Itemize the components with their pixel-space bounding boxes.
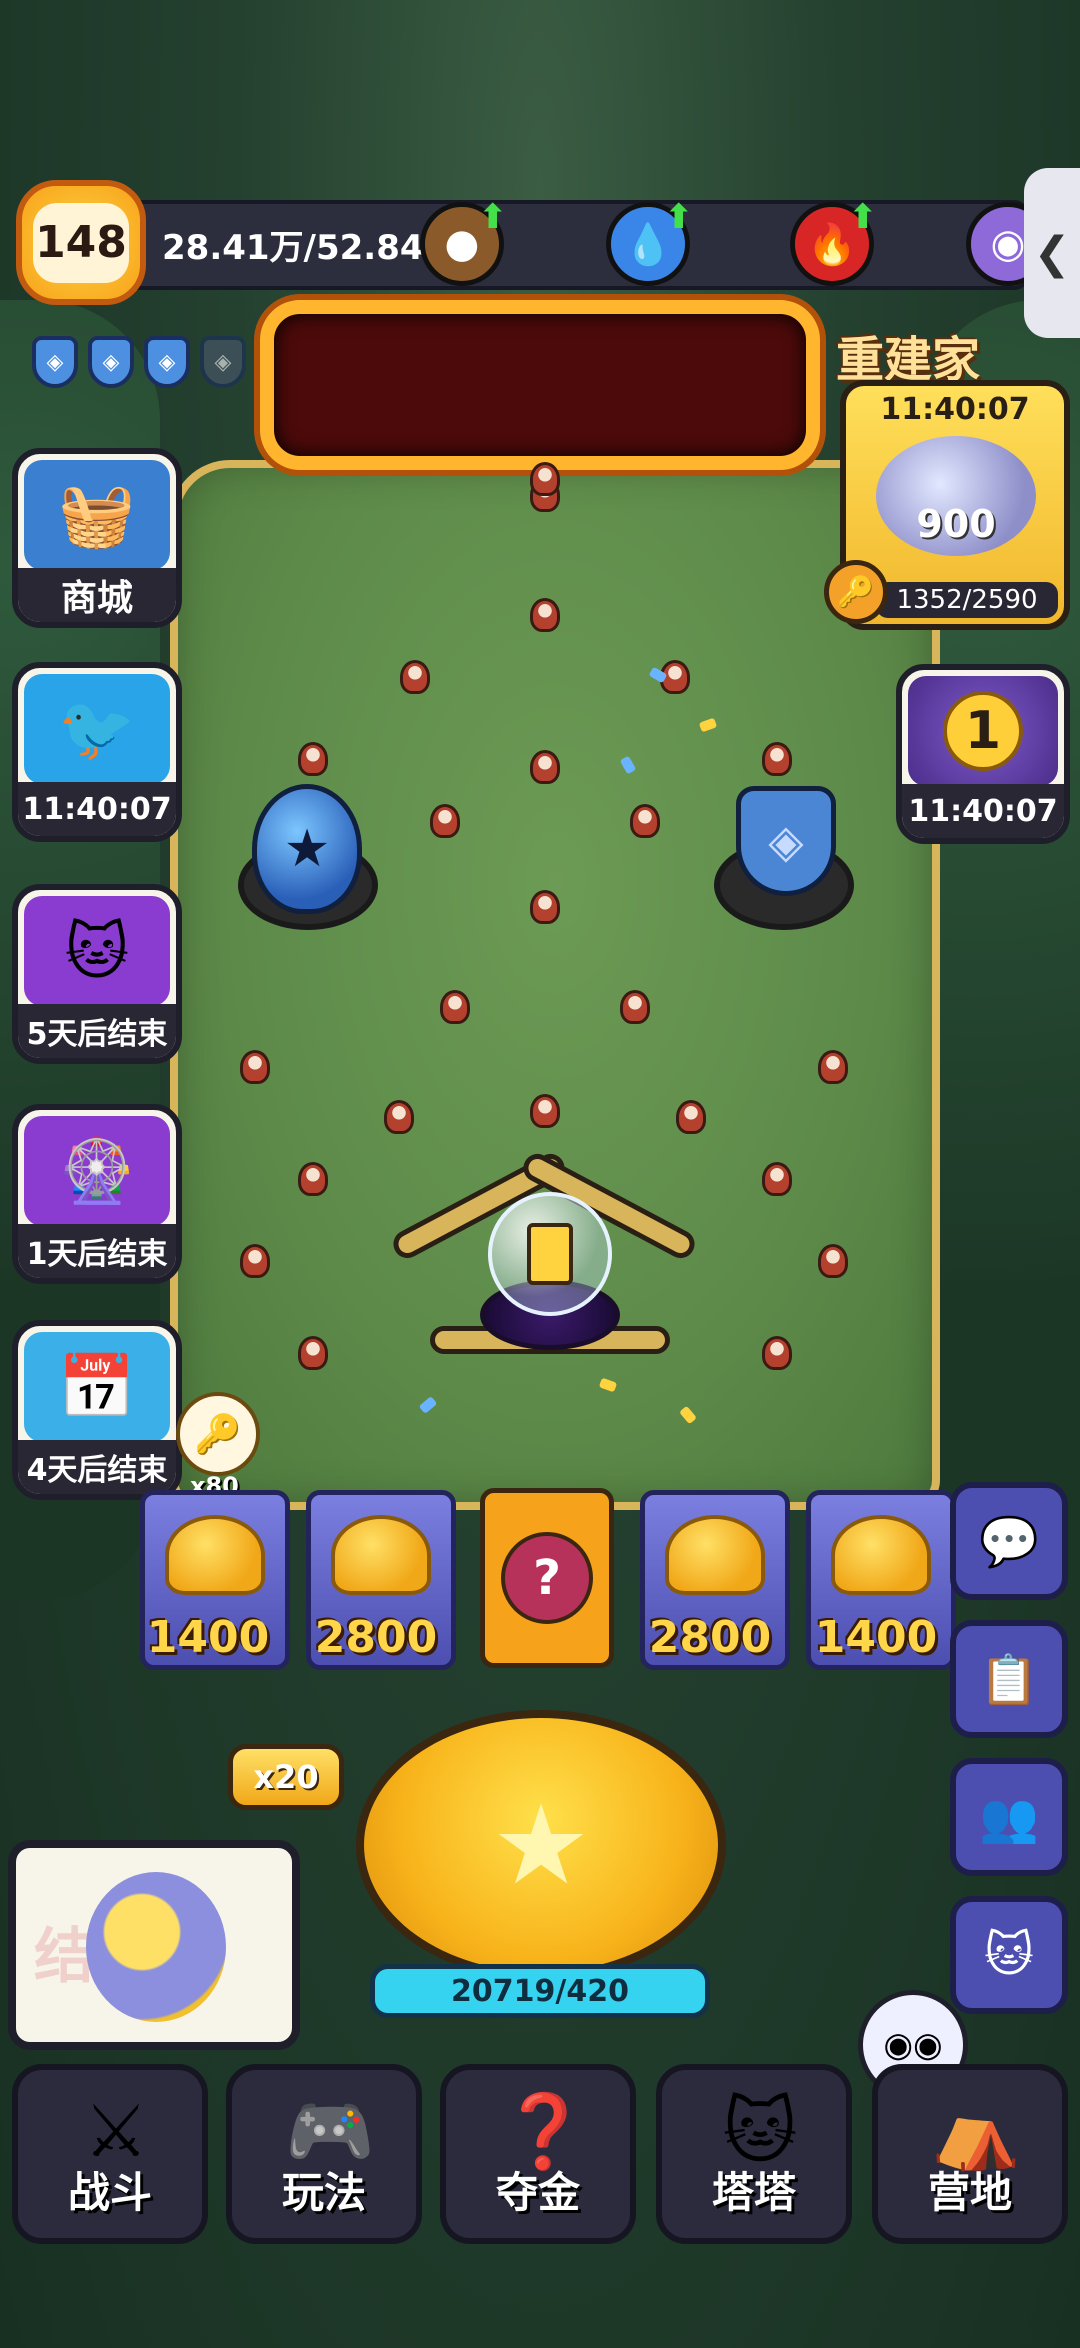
peg [620, 990, 650, 1024]
red-flame-icon[interactable]: 🔥 ⬆ [790, 197, 877, 286]
trophy-icon: 1 [908, 676, 1058, 786]
peg [762, 742, 792, 776]
mystery-label: ? [533, 1550, 561, 1606]
orb-coin-pile-icon [86, 1872, 226, 2022]
side-panel-tab[interactable]: ❮ [1024, 168, 1080, 338]
peg [530, 598, 560, 632]
gold-coins-icon [665, 1515, 765, 1595]
clipboard-check-icon: 📋 [979, 1651, 1039, 1708]
prize-card[interactable]: 结束 [8, 1840, 300, 2050]
gold-cats-icon: 🐱 [24, 896, 170, 1006]
launch-button[interactable]: ★ [356, 1710, 726, 1980]
peg [530, 750, 560, 784]
nav-gold-label: 夺金 [495, 2168, 580, 2217]
peg [818, 1050, 848, 1084]
ball-bubble [488, 1192, 612, 1316]
mystery-star-icon: ? [501, 1532, 593, 1624]
cat-badge-button[interactable]: 🐱 [950, 1896, 1068, 2014]
calendar-event-icon: 📅 [24, 1332, 170, 1442]
wheel-event-icon: 🎡 [24, 1116, 170, 1226]
peg [384, 1100, 414, 1134]
marquee-sign [260, 300, 820, 470]
gold-coins-icon [831, 1515, 931, 1595]
player-level: 148 [33, 202, 129, 283]
blue-drop-icon[interactable]: 💧 ⬆ [606, 197, 693, 286]
shield-icon: ◈ [144, 336, 190, 388]
tasks-button[interactable]: 📋 [950, 1620, 1068, 1738]
peg [762, 1162, 792, 1196]
peg [240, 1244, 270, 1278]
key-reward-badge: 🔑 x80 [176, 1392, 260, 1500]
chevron-left-icon: ❮ [1033, 227, 1071, 279]
peg [630, 804, 660, 838]
friends-button[interactable]: 👥 [950, 1758, 1068, 1876]
peg [400, 660, 430, 694]
chat-button[interactable]: 💬 [950, 1482, 1068, 1600]
peg [298, 1162, 328, 1196]
peg [440, 990, 470, 1024]
rank-number: 1 [943, 691, 1023, 771]
slot-value: 1400 [146, 1612, 270, 1663]
peg [530, 890, 560, 924]
shop-basket-icon: 🧺 [24, 460, 170, 570]
peg [298, 742, 328, 776]
slot-value: 2800 [314, 1612, 438, 1663]
peg [298, 1336, 328, 1370]
peg [530, 1094, 560, 1128]
gold-cats-event-button[interactable]: 🐱 5天后结束 [12, 884, 182, 1064]
gold-coins-icon [165, 1515, 265, 1595]
rebuild-timer: 11:40:07 [880, 392, 1030, 427]
nav-battle-label: 战斗 [67, 2168, 152, 2217]
wheel-event-button[interactable]: 🎡 1天后结束 [12, 1104, 182, 1284]
gold-coins-icon [331, 1515, 431, 1595]
nav-camp[interactable]: ⛺ 营地 [872, 2064, 1068, 2244]
ticket-icon [527, 1223, 573, 1285]
player-level-badge[interactable]: 148 [16, 180, 146, 305]
friends-icon: 👥 [979, 1789, 1039, 1846]
shop-label: 商城 [18, 568, 176, 622]
peg [676, 1100, 706, 1134]
star-icon: ★ [491, 1781, 591, 1909]
shop-button[interactable]: 🧺 商城 [12, 448, 182, 628]
nav-gameplay[interactable]: 🎮 玩法 [226, 2064, 422, 2244]
ranking-button[interactable]: 1 11:40:07 [896, 664, 1070, 844]
nav-tata-label: 塔塔 [711, 2168, 796, 2217]
launch-multiplier-button[interactable]: x20 [228, 1744, 344, 1810]
wheel-event-timer: 1天后结束 [18, 1224, 176, 1278]
bird-event-button[interactable]: 🐦 11:40:07 [12, 662, 182, 842]
peg [762, 1336, 792, 1370]
nav-battle[interactable]: ⚔ 战斗 [12, 2064, 208, 2244]
gold-cats-event-timer: 5天后结束 [18, 1004, 176, 1058]
brown-coin-icon[interactable]: ● ⬆ [420, 197, 507, 286]
orb-reward-icon: 900 [876, 436, 1036, 556]
nav-camp-label: 营地 [927, 2168, 1012, 2217]
peg [430, 804, 460, 838]
key-icon: 🔑 [824, 560, 888, 624]
rebuild-progress: 1352/2590 [876, 582, 1058, 618]
calendar-event-timer: 4天后结束 [18, 1440, 176, 1494]
star-egg-icon: ★ [252, 784, 362, 914]
nav-gameplay-label: 玩法 [281, 2168, 366, 2217]
slot-value: 2800 [648, 1612, 772, 1663]
bird-event-icon: 🐦 [24, 674, 170, 784]
shield-bumper-icon: ◈ [736, 786, 836, 896]
peg [818, 1244, 848, 1278]
cat-badge-icon: 🐱 [983, 1927, 1035, 1983]
calendar-event-button[interactable]: 📅 4天后结束 [12, 1320, 182, 1500]
slot-value: 1400 [814, 1612, 938, 1663]
chat-icon: 💬 [979, 1513, 1039, 1570]
experience-progress: 28.41万/52.84万 [162, 228, 458, 268]
nav-gold[interactable]: ❓ 夺金 [440, 2064, 636, 2244]
nav-tata[interactable]: 🐱 塔塔 [656, 2064, 852, 2244]
shield-icon: ◈ [32, 336, 78, 388]
mystery-slot: ? [480, 1488, 614, 1668]
peg [240, 1050, 270, 1084]
peg [530, 462, 560, 496]
bird-event-timer: 11:40:07 [18, 782, 176, 836]
rebuild-reward: 900 [916, 502, 996, 546]
launch-counter: 20719/420 [370, 1964, 710, 2018]
shield-icon: ◈ [88, 336, 134, 388]
shield-icon: ◈ [200, 336, 246, 388]
ranking-timer: 11:40:07 [902, 784, 1064, 838]
